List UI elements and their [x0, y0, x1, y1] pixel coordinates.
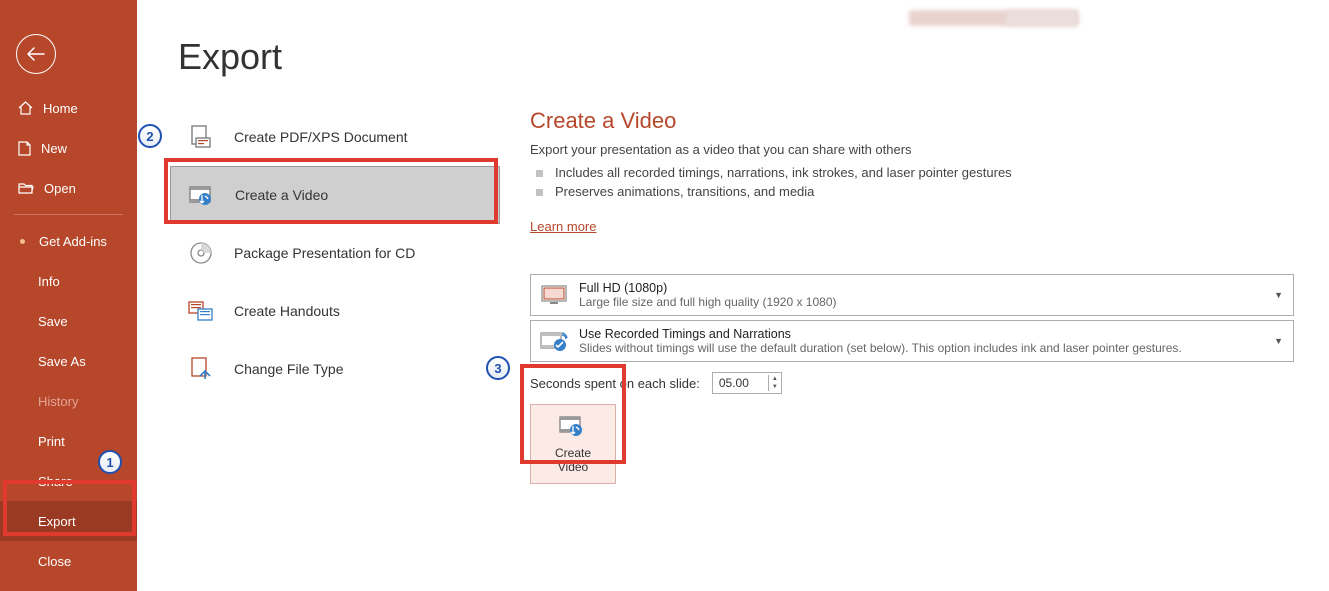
- spinner-up-icon[interactable]: ▲: [769, 375, 781, 383]
- nav-label: Open: [44, 181, 76, 196]
- export-option-label: Package Presentation for CD: [234, 245, 415, 261]
- nav-label: Save As: [38, 354, 86, 369]
- nav-label: Close: [38, 554, 71, 569]
- pdf-icon: [186, 124, 216, 150]
- titlebar-blurred-text: [1006, 10, 1076, 26]
- nav-label: New: [41, 141, 67, 156]
- open-icon: [18, 182, 34, 194]
- nav-open[interactable]: Open: [0, 168, 137, 208]
- back-arrow-icon: [27, 47, 45, 61]
- dropdown-title: Use Recorded Timings and Narrations: [579, 327, 1182, 341]
- dropdown-subtitle: Large file size and full high quality (1…: [579, 295, 837, 309]
- cd-icon: [186, 240, 216, 266]
- chevron-down-icon: ▼: [1274, 290, 1283, 300]
- nav-close[interactable]: Close: [0, 541, 137, 581]
- detail-subtitle: Export your presentation as a video that…: [530, 142, 1300, 157]
- bullet-icon: [536, 189, 543, 196]
- detail-title: Create a Video: [530, 108, 1300, 134]
- nav-history: History: [0, 381, 137, 421]
- nav-new[interactable]: New: [0, 128, 137, 168]
- detail-bullet: Includes all recorded timings, narration…: [530, 165, 1300, 180]
- nav-label: Save: [38, 314, 68, 329]
- timings-icon: [539, 328, 569, 354]
- video-icon: [187, 182, 217, 208]
- bullet-icon: [536, 170, 543, 177]
- export-option-cd[interactable]: Package Presentation for CD: [170, 224, 500, 282]
- nav-label: Share: [38, 474, 73, 489]
- create-video-button[interactable]: Create Video: [530, 404, 616, 484]
- change-filetype-icon: [186, 356, 216, 382]
- dropdown-subtitle: Slides without timings will use the defa…: [579, 341, 1182, 355]
- create-video-icon: [558, 414, 588, 440]
- nav-label: Export: [38, 514, 76, 529]
- export-option-label: Create PDF/XPS Document: [234, 129, 408, 145]
- nav-info[interactable]: Info: [0, 261, 137, 301]
- annotation-badge-3: 3: [486, 356, 510, 380]
- new-icon: [18, 141, 31, 156]
- chevron-down-icon: ▼: [1274, 336, 1283, 346]
- nav-label: Print: [38, 434, 65, 449]
- export-option-handouts[interactable]: Create Handouts: [170, 282, 500, 340]
- export-detail-pane: Create a Video Export your presentation …: [530, 108, 1300, 484]
- back-button[interactable]: [16, 34, 56, 74]
- export-options-list: Create PDF/XPS Document Create a Video P…: [170, 108, 500, 398]
- nav-get-addins[interactable]: Get Add-ins: [0, 221, 137, 261]
- home-icon: [18, 101, 33, 115]
- nav-label: History: [38, 394, 78, 409]
- seconds-label: Seconds spent on each slide:: [530, 376, 700, 391]
- nav-save-as[interactable]: Save As: [0, 341, 137, 381]
- nav-export[interactable]: Export: [0, 501, 137, 541]
- nav-label: Info: [38, 274, 60, 289]
- export-option-pdf[interactable]: Create PDF/XPS Document: [170, 108, 500, 166]
- create-video-label: Create Video: [555, 446, 591, 475]
- export-option-label: Create Handouts: [234, 303, 340, 319]
- annotation-badge-1: 1: [98, 450, 122, 474]
- learn-more-link[interactable]: Learn more: [530, 219, 596, 234]
- detail-bullet: Preserves animations, transitions, and m…: [530, 184, 1300, 199]
- export-option-label: Create a Video: [235, 187, 328, 203]
- annotation-badge-2: 2: [138, 124, 162, 148]
- dropdown-title: Full HD (1080p): [579, 281, 837, 295]
- nav-separator: [14, 214, 123, 215]
- seconds-value: 05.00: [719, 376, 749, 390]
- handouts-icon: [186, 298, 216, 324]
- nav-home[interactable]: Home: [0, 88, 137, 128]
- export-option-filetype[interactable]: Change File Type: [170, 340, 500, 398]
- timings-dropdown[interactable]: Use Recorded Timings and Narrations Slid…: [530, 320, 1294, 362]
- update-dot-icon: [20, 239, 25, 244]
- nav-label: Home: [43, 101, 78, 116]
- export-option-label: Change File Type: [234, 361, 343, 377]
- nav-label: Get Add-ins: [39, 234, 107, 249]
- nav-save[interactable]: Save: [0, 301, 137, 341]
- video-quality-dropdown[interactable]: Full HD (1080p) Large file size and full…: [530, 274, 1294, 316]
- backstage-sidebar: Home New Open Get Add-ins Info Save Save…: [0, 0, 137, 591]
- page-title: Export: [178, 36, 282, 78]
- spinner-down-icon[interactable]: ▼: [769, 383, 781, 391]
- monitor-icon: [539, 282, 569, 308]
- export-option-video[interactable]: Create a Video: [170, 166, 500, 224]
- seconds-spinner[interactable]: 05.00 ▲ ▼: [712, 372, 782, 394]
